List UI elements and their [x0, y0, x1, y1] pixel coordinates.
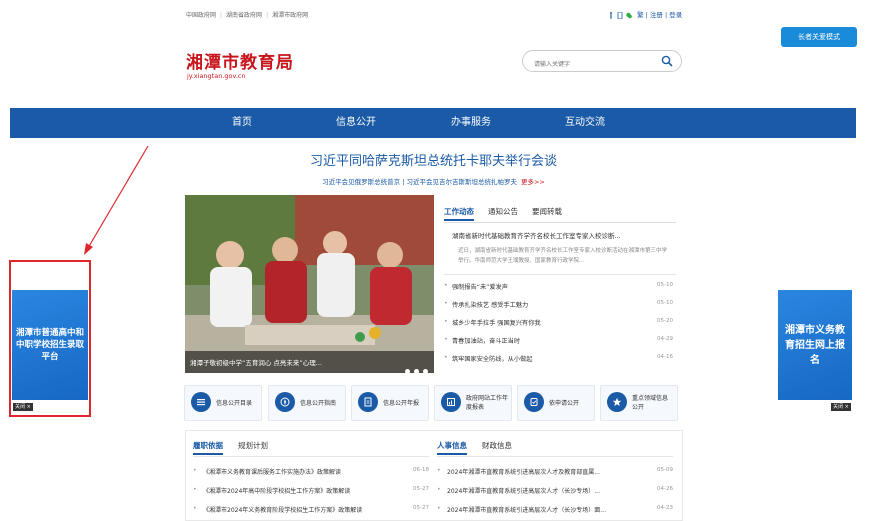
floating-ad-right[interactable]: 湘潭市义务教育招生网上报名: [778, 290, 852, 400]
search-box: [522, 50, 682, 75]
service-info-catalog[interactable]: 信息公开目录: [184, 385, 262, 421]
personnel-list-item[interactable]: • 2024年湘潭市直教育系统引进高层次人才（长沙专场）面... 04-23: [437, 505, 673, 517]
login-link[interactable]: 登录: [669, 11, 682, 19]
link-gov-china[interactable]: 中国政府网: [186, 12, 216, 19]
list-icon: [197, 399, 205, 406]
headline-more-link[interactable]: 更多>>: [521, 178, 545, 186]
link-gov-hunan[interactable]: 湖南省政府网: [226, 12, 262, 19]
service-apply-disclosure[interactable]: 依申请公开: [517, 385, 595, 421]
headline-subtitle: 习近平会见俄罗斯总统普京 | 习近平会见吉尔吉斯斯坦总统扎帕罗夫 更多>>: [0, 176, 867, 186]
search-input[interactable]: [532, 54, 656, 75]
main-nav: 首页 信息公开 办事服务 互动交流: [10, 108, 856, 138]
slider-caption[interactable]: 湘潭子敬初级中学“五育润心 点亮未来”心理...: [190, 357, 322, 367]
tab-reprinted-news[interactable]: 要闻转载: [532, 206, 562, 217]
compass-icon: [280, 397, 290, 407]
news-tabs: 工作动态 通知公告 要闻转载: [444, 206, 676, 223]
tab-plans[interactable]: 规划计划: [238, 440, 268, 451]
nav-interaction[interactable]: 互动交流: [565, 108, 605, 138]
featured-news-desc: 近日，湖南省新时代基础教育齐学齐名校长工作室专家入校诊断活动在湘潭市第三中学举行…: [458, 248, 668, 264]
policy-list-item[interactable]: • 《湘潭市2024年高中阶段学校招生工作方案》政策解读 05-27: [193, 486, 429, 498]
service-website-report[interactable]: 政府网站工作年度报表: [434, 385, 512, 421]
apply-icon: [530, 398, 538, 406]
top-bar: [0, 0, 877, 28]
service-info-annual-report[interactable]: 信息公开年报: [351, 385, 429, 421]
top-links: 中国政府网 | 湖南省政府网 | 湘潭市政府网: [186, 12, 309, 19]
nav-home[interactable]: 首页: [232, 108, 252, 138]
personnel-list-item[interactable]: • 2024年湘潭市直教育系统引进高层次人才及教育部直属... 05-09: [437, 467, 673, 479]
tab-notices[interactable]: 通知公告: [488, 206, 518, 217]
wechat-icon[interactable]: [626, 12, 632, 19]
service-info-guide[interactable]: 信息公开指南: [268, 385, 346, 421]
slider-photo: [185, 195, 434, 373]
featured-news-title[interactable]: 湖南省新时代基础教育齐学齐名校长工作室专家入校诊断...: [452, 230, 621, 240]
accessibility-icon[interactable]: [608, 11, 614, 19]
slider-dot[interactable]: [423, 369, 428, 373]
ad-right-close-button[interactable]: 关闭 ×: [831, 403, 851, 411]
register-link[interactable]: 注册: [650, 11, 663, 19]
top-right-tools: 繁 | 注册 | 登录: [608, 9, 682, 19]
tab-finance-info[interactable]: 财政信息: [482, 440, 512, 451]
tab-work-news[interactable]: 工作动态: [444, 206, 474, 221]
tab-duty-basis[interactable]: 履职依据: [193, 440, 223, 455]
bottom-right-divider: [437, 456, 673, 457]
service-key-area-disclosure[interactable]: 重点领域信息公开: [600, 385, 678, 421]
ad-right-text: 湘潭市义务教育招生网上报名: [785, 324, 845, 366]
report-icon: [447, 398, 455, 406]
personnel-list-item[interactable]: • 2024年湘潭市直教育系统引进高层次人才（长沙专场）... 04-26: [437, 486, 673, 498]
site-logo-title[interactable]: 湘潭市教育局: [186, 48, 294, 73]
slider-dot[interactable]: [405, 369, 410, 373]
slider-dot[interactable]: [414, 369, 419, 373]
annotation-highlight-box: [9, 260, 91, 417]
news-photo-slider[interactable]: 湘潭子敬初级中学“五育润心 点亮未来”心理...: [185, 195, 434, 373]
star-icon: [612, 397, 622, 406]
traditional-chinese-link[interactable]: 繁: [637, 11, 644, 19]
news-list-item[interactable]: • 传承扎染技艺 感受手工魅力 05-10: [444, 300, 676, 312]
news-list-item[interactable]: • 青春加油站，奋斗正当时 04-29: [444, 336, 676, 348]
headline-title[interactable]: 习近平同哈萨克斯坦总统托卡耶夫举行会谈: [0, 150, 867, 169]
nav-services[interactable]: 办事服务: [451, 108, 491, 138]
link-gov-xiangtan[interactable]: 湘潭市政府网: [272, 12, 308, 19]
nav-info-disclosure[interactable]: 信息公开: [336, 108, 376, 138]
search-icon[interactable]: [661, 55, 673, 67]
document-icon: [364, 397, 372, 407]
news-divider: [444, 274, 676, 275]
news-list-item[interactable]: • 强制报告“未”爱发声 05-10: [444, 282, 676, 294]
mobile-icon[interactable]: [617, 11, 623, 19]
slider-dots: [401, 359, 428, 373]
news-list-item[interactable]: • 城乡少年手拉手 强国复兴有你我 05-20: [444, 318, 676, 330]
site-logo-domain: jy.xiangtan.gov.cn: [187, 72, 246, 80]
tab-personnel-info[interactable]: 人事信息: [437, 440, 467, 455]
policy-list-item[interactable]: • 《湘潭市2024年义务教育阶段学校招生工作方案》政策解读 05-27: [193, 505, 429, 517]
news-list-item[interactable]: • 筑牢国家安全防线，从小做起 04-16: [444, 354, 676, 366]
headline-sub-links[interactable]: 习近平会见俄罗斯总统普京 | 习近平会见吉尔吉斯斯坦总统扎帕罗夫: [322, 178, 517, 186]
bottom-left-divider: [193, 456, 429, 457]
slider-caption-bar: 湘潭子敬初级中学“五育润心 点亮未来”心理...: [185, 351, 434, 373]
elder-care-mode-button[interactable]: 长者关爱模式: [781, 27, 857, 47]
policy-list-item[interactable]: • 《湘潭市义务教育课后服务工作实施办法》政策解读 06-18: [193, 467, 429, 479]
